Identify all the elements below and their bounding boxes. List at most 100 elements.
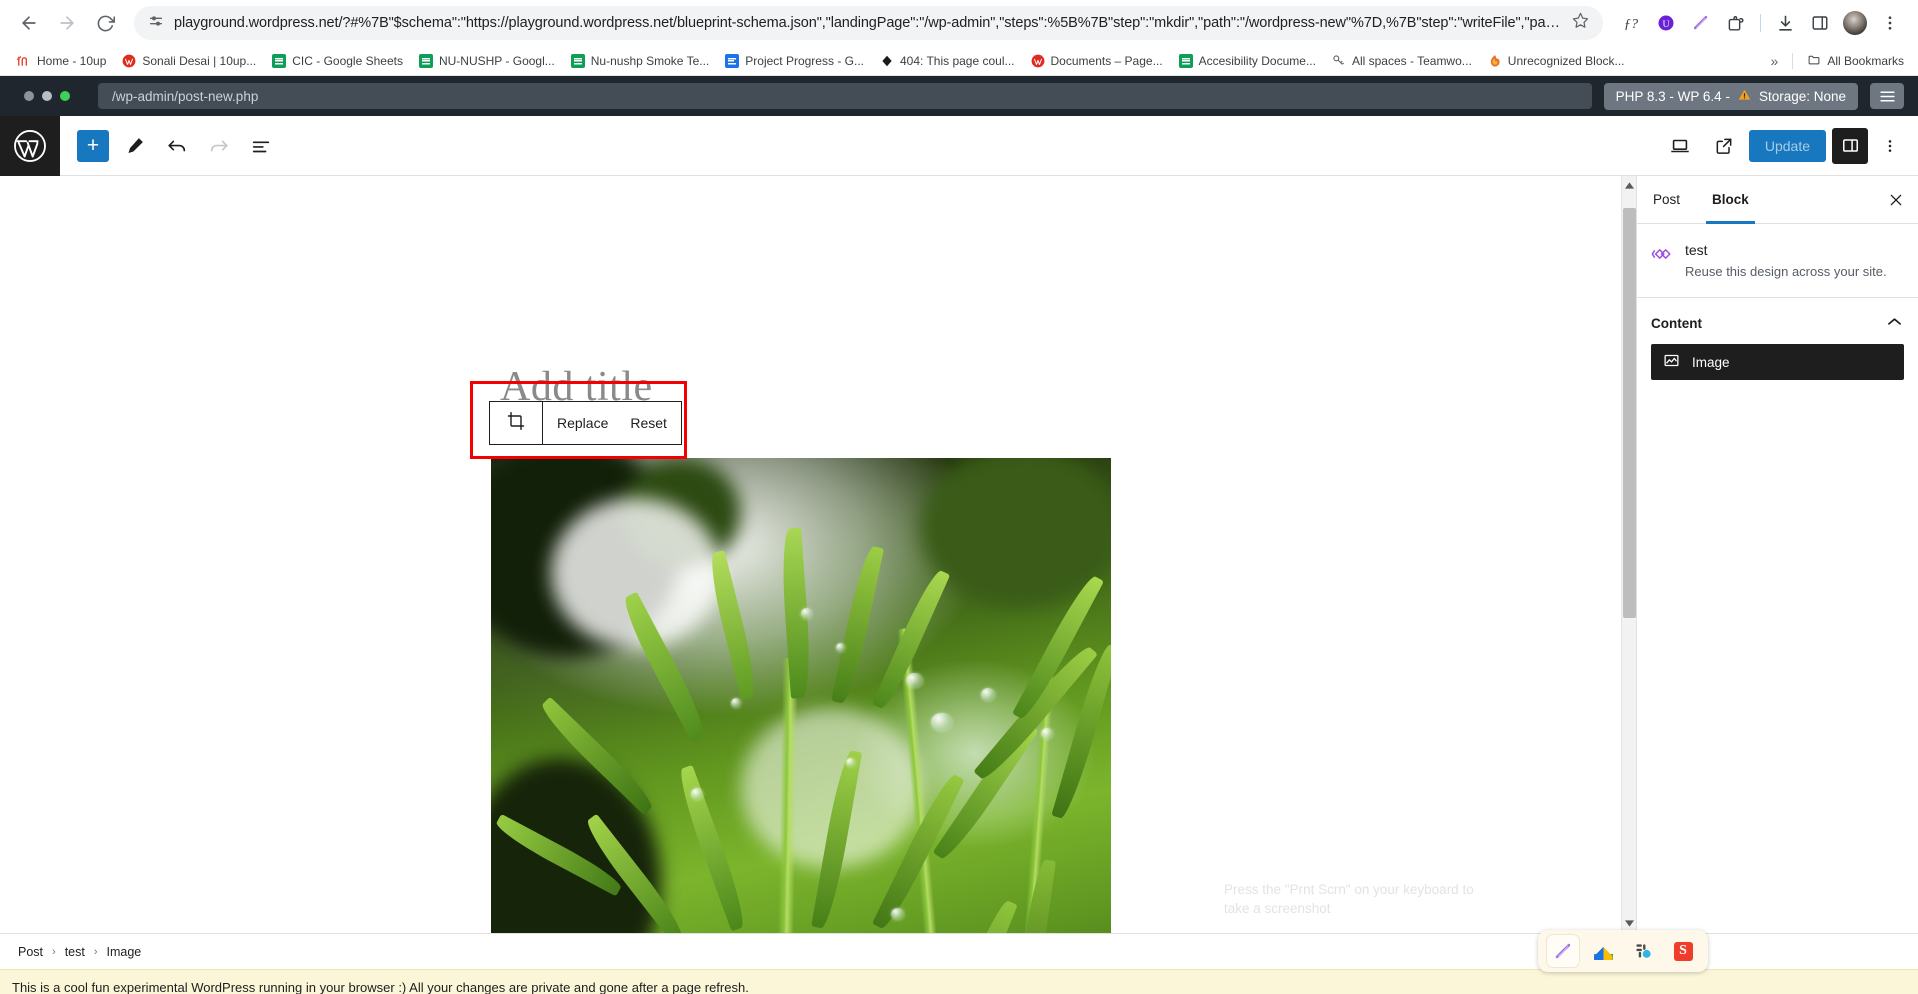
settings-panel-toggle[interactable] xyxy=(1832,127,1868,164)
chrome-menu-icon[interactable] xyxy=(1874,7,1906,39)
tab-post[interactable]: Post xyxy=(1637,176,1696,223)
window-dot-close[interactable] xyxy=(60,91,70,101)
grammarly-icon[interactable] xyxy=(1685,7,1717,39)
undo-button[interactable] xyxy=(158,127,196,165)
back-button[interactable] xyxy=(12,6,46,40)
close-sidebar-button[interactable] xyxy=(1874,176,1918,223)
google-drive-icon[interactable] xyxy=(1586,934,1620,968)
playground-toolbar: /wp-admin/post-new.php PHP 8.3 - WP 6.4 … xyxy=(0,76,1918,116)
editor-right-toolbar: Update xyxy=(1661,127,1918,165)
block-info-text: test Reuse this design across your site. xyxy=(1685,242,1887,281)
canvas-scrollbar[interactable] xyxy=(1621,176,1636,933)
wordpress-red-icon xyxy=(1031,54,1045,68)
window-dot-maximize[interactable] xyxy=(42,91,52,101)
firefox-icon xyxy=(1488,54,1502,68)
image-block[interactable] xyxy=(491,458,1111,933)
add-block-button[interactable]: + xyxy=(74,127,112,165)
hamburger-menu-icon[interactable] xyxy=(1870,83,1904,109)
google-sheets-icon xyxy=(418,53,433,68)
view-device-button[interactable] xyxy=(1661,127,1699,165)
breadcrumb-item-image[interactable]: Image xyxy=(107,945,142,959)
all-bookmarks-button[interactable]: All Bookmarks xyxy=(1801,50,1910,72)
font-question-icon[interactable]: ƒ? xyxy=(1615,7,1647,39)
redo-button[interactable] xyxy=(200,127,238,165)
url-text[interactable]: playground.wordpress.net/?#%7B"$schema":… xyxy=(174,15,1562,31)
tab-block[interactable]: Block xyxy=(1696,176,1765,224)
wordpress-logo[interactable] xyxy=(0,115,60,176)
bookmark-item[interactable]: Unrecognized Block... xyxy=(1481,51,1632,71)
screenshot-hint-text: Press the "Prnt Scrn" on your keyboard t… xyxy=(1224,881,1474,917)
replace-button[interactable]: Replace xyxy=(557,415,608,431)
content-section-title: Content xyxy=(1651,315,1702,331)
bookmark-item[interactable]: CIC - Google Sheets xyxy=(265,51,410,71)
scrollbar-thumb[interactable] xyxy=(1623,208,1636,618)
scroll-up-arrow-icon[interactable] xyxy=(1622,178,1636,193)
playground-address-input[interactable]: /wp-admin/post-new.php xyxy=(98,83,1592,109)
bookmark-label: Documents – Page... xyxy=(1050,53,1163,68)
editor-canvas[interactable]: Add title Replace Reset Press the "Prnt … xyxy=(0,176,1636,933)
extension-purple-icon[interactable]: U xyxy=(1650,7,1682,39)
profile-avatar[interactable] xyxy=(1839,7,1871,39)
breadcrumb-item-post[interactable]: Post xyxy=(18,945,43,959)
document-overview-button[interactable] xyxy=(242,127,280,165)
breadcrumb-item-test[interactable]: test xyxy=(65,945,85,959)
bookmark-label: Home - 10up xyxy=(37,53,107,68)
bookmark-label: NU-NUSHP - Googl... xyxy=(438,53,555,68)
scroll-down-arrow-icon[interactable] xyxy=(1622,916,1636,931)
google-docs-icon xyxy=(725,53,740,68)
bookmark-item[interactable]: Sonali Desai | 10up... xyxy=(115,51,263,71)
browser-actions: ƒ? U xyxy=(1615,7,1906,39)
reload-button[interactable] xyxy=(88,6,122,40)
forward-button[interactable] xyxy=(50,6,84,40)
extensions-icon[interactable] xyxy=(1720,7,1752,39)
playground-status-badge[interactable]: PHP 8.3 - WP 6.4 - Storage: None xyxy=(1603,82,1858,110)
bookmark-item[interactable]: 404: This page coul... xyxy=(873,51,1022,71)
bookmark-item[interactable]: Home - 10up xyxy=(10,51,113,71)
pattern-block-icon xyxy=(1651,243,1673,270)
sidebar-tabs: Post Block xyxy=(1637,176,1918,224)
bookmark-item[interactable]: NU-NUSHP - Googl... xyxy=(412,51,562,71)
breadcrumb-separator: › xyxy=(52,945,56,958)
content-section-header[interactable]: Content xyxy=(1637,298,1918,344)
crop-button[interactable] xyxy=(490,402,542,444)
window-dot-minimize[interactable] xyxy=(24,91,34,101)
snagit-glyph-icon: S xyxy=(1673,941,1693,961)
tenup-icon xyxy=(17,54,31,68)
bookmark-item[interactable]: Nu-nushp Smoke Te... xyxy=(564,51,717,71)
notice-text: This is a cool fun experimental WordPres… xyxy=(12,980,749,994)
content-item-label: Image xyxy=(1692,354,1730,370)
downloads-icon[interactable] xyxy=(1769,7,1801,39)
folder-icon xyxy=(1807,53,1821,69)
bookmark-label: Accesibility Docume... xyxy=(1198,53,1316,68)
address-bar[interactable]: playground.wordpress.net/?#%7B"$schema":… xyxy=(134,6,1603,40)
bookmark-star-icon[interactable] xyxy=(1572,12,1589,34)
chevron-up-icon[interactable] xyxy=(1887,314,1902,332)
bookmark-label: Nu-nushp Smoke Te... xyxy=(590,53,710,68)
snagit-icon[interactable]: S xyxy=(1666,934,1700,968)
bookmark-item[interactable]: Documents – Page... xyxy=(1024,51,1170,71)
google-sheets-icon xyxy=(570,53,585,68)
bookmark-item[interactable]: Accesibility Docume... xyxy=(1172,51,1323,71)
edit-mode-tools-button[interactable] xyxy=(116,127,154,165)
bookmark-label: Project Progress - G... xyxy=(745,53,864,68)
toolbar-divider xyxy=(1760,14,1761,32)
content-item-image[interactable]: Image xyxy=(1651,344,1904,381)
slack-glyph-icon xyxy=(1634,942,1652,960)
slack-icon[interactable] xyxy=(1626,934,1660,968)
bookmark-label: CIC - Google Sheets xyxy=(292,53,403,68)
bookmark-item[interactable]: Project Progress - G... xyxy=(718,51,871,71)
bookmark-item[interactable]: All spaces - Teamwo... xyxy=(1325,51,1479,71)
update-button[interactable]: Update xyxy=(1748,129,1826,162)
block-info-panel: test Reuse this design across your site. xyxy=(1637,224,1918,299)
side-panel-icon[interactable] xyxy=(1804,7,1836,39)
php-wp-version-label: PHP 8.3 - WP 6.4 - xyxy=(1615,88,1730,104)
image-block-toolbar: Replace Reset xyxy=(489,401,682,445)
editor-options-button[interactable] xyxy=(1874,128,1906,164)
toolbar-actions: Replace Reset xyxy=(543,402,681,444)
bookmarks-overflow-button[interactable]: » xyxy=(1765,51,1785,71)
avatar xyxy=(1843,11,1867,35)
site-settings-icon[interactable] xyxy=(148,13,164,34)
preview-external-button[interactable] xyxy=(1705,127,1743,165)
grammarly-icon[interactable] xyxy=(1546,934,1580,968)
reset-button[interactable]: Reset xyxy=(630,415,667,431)
